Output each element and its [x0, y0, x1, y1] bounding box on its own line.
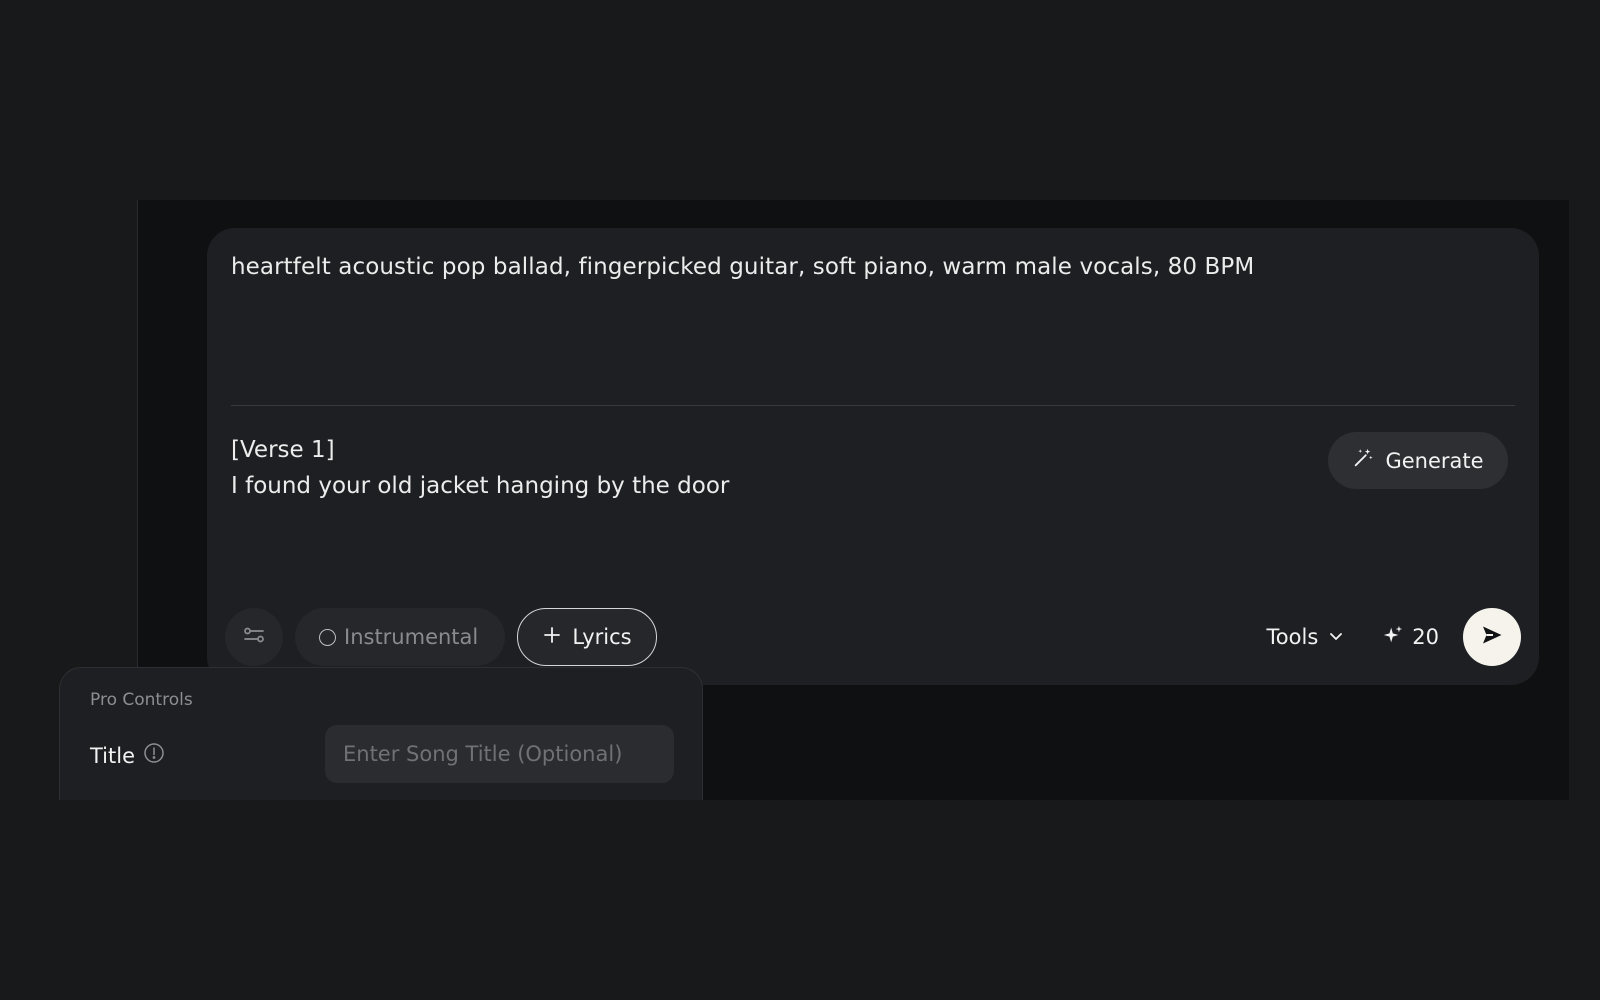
tools-dropdown[interactable]: Tools [1267, 625, 1345, 649]
sliders-icon [242, 623, 266, 651]
sparkle-icon [1382, 624, 1404, 651]
title-label-text: Title [90, 743, 136, 768]
instrumental-label: Instrumental [344, 625, 479, 649]
send-icon [1480, 623, 1504, 651]
song-composer: heartfelt acoustic pop ballad, fingerpic… [207, 228, 1539, 685]
title-field-label: Title [90, 742, 165, 769]
radio-icon [319, 628, 336, 646]
instrumental-toggle[interactable]: Instrumental [295, 608, 505, 666]
composer-actions: Tools 20 [1267, 608, 1521, 666]
pro-controls-toggle-button[interactable] [225, 608, 283, 666]
lyrics-field[interactable]: [Verse 1] I found your old jacket hangin… [231, 432, 1231, 504]
credits-value: 20 [1412, 625, 1439, 649]
send-button[interactable] [1463, 608, 1521, 666]
generate-button-label: Generate [1385, 448, 1484, 473]
song-title-input[interactable] [325, 725, 674, 783]
pro-controls-heading: Pro Controls [90, 690, 193, 710]
info-icon[interactable] [143, 742, 165, 769]
style-prompt-field[interactable]: heartfelt acoustic pop ballad, fingerpic… [231, 252, 1515, 282]
plus-icon [542, 625, 562, 650]
magic-wand-icon [1352, 447, 1374, 474]
composer-toolbar: Instrumental Lyrics Tools 20 [225, 608, 1521, 666]
composer-divider [231, 405, 1515, 406]
tools-label: Tools [1266, 625, 1319, 649]
lyrics-button-label: Lyrics [572, 625, 632, 649]
pro-controls-panel: Pro Controls Title [59, 667, 703, 800]
generate-lyrics-button[interactable]: Generate [1328, 432, 1508, 489]
add-lyrics-button[interactable]: Lyrics [517, 608, 657, 666]
credits-counter: 20 [1382, 624, 1439, 651]
chevron-down-icon [1328, 625, 1344, 649]
